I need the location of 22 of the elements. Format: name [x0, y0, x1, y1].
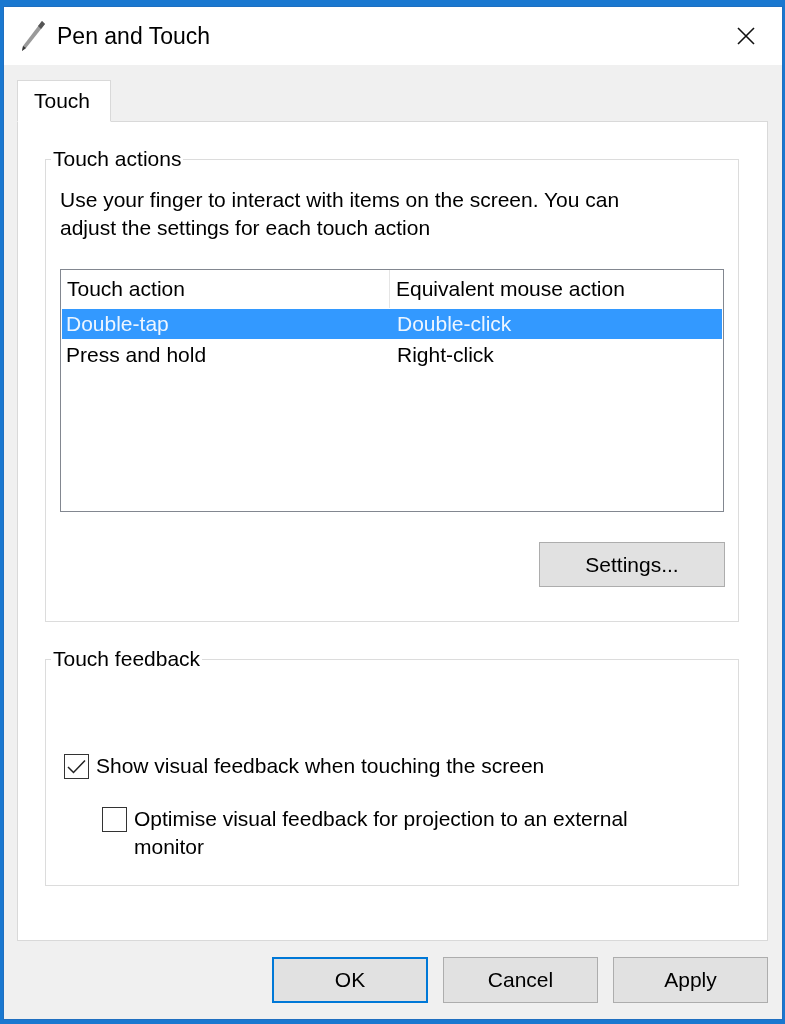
group-label: Touch actions — [52, 147, 183, 171]
column-header[interactable]: Equivalent mouse action — [390, 270, 723, 308]
description-text: Use your finger to interact with items on the screen. You can adjust the settings for each touch action — [60, 187, 621, 241]
group-label: Touch feedback — [52, 647, 202, 671]
list-cell-text: Right-click — [396, 342, 495, 369]
pen-icon — [20, 20, 46, 52]
checkmark-icon — [67, 759, 86, 774]
close-icon — [737, 27, 755, 45]
column-header[interactable]: Touch action — [61, 270, 390, 308]
checkbox[interactable] — [64, 754, 89, 779]
settings-button[interactable]: Settings... — [539, 542, 725, 587]
dialog-button[interactable]: Apply — [613, 957, 768, 1003]
dialog-button[interactable]: Cancel — [443, 957, 598, 1003]
window-title: Pen and Touch — [57, 22, 211, 51]
checkbox[interactable] — [102, 807, 127, 832]
list-cell-text: Double-tap — [65, 311, 170, 338]
checkbox-label[interactable]: Optimise visual feedback for projection to an external monitor — [134, 805, 679, 861]
list-cell-text: Press and hold — [65, 342, 208, 369]
tab[interactable]: Touch — [17, 80, 111, 122]
list-cell-text: Double-click — [396, 311, 513, 338]
dialog-button[interactable]: OK — [272, 957, 428, 1003]
checkbox-label[interactable]: Show visual feedback when touching the screen — [96, 752, 545, 780]
